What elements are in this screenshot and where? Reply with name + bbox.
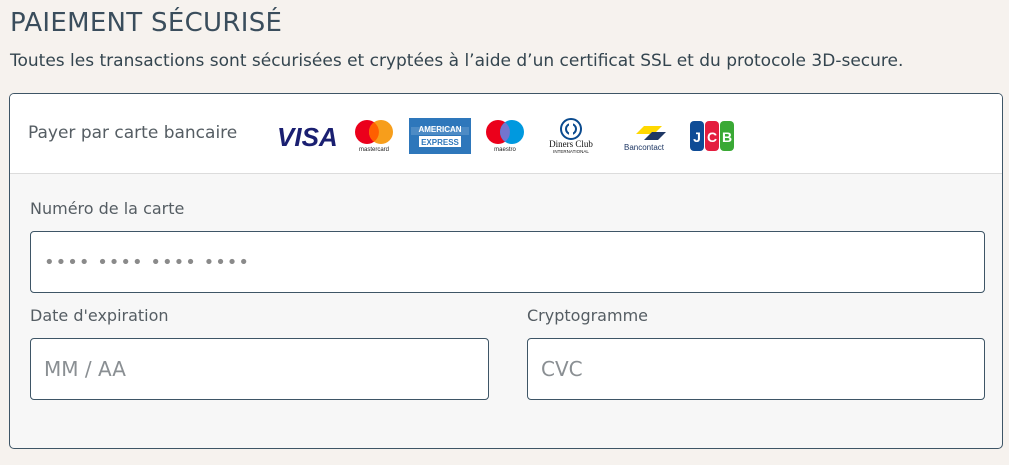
svg-text:VISA: VISA	[277, 124, 338, 150]
mastercard-logo-icon: mastercard	[355, 120, 393, 153]
svg-text:maestro: maestro	[494, 147, 516, 153]
jcb-logo-icon: J C B	[690, 121, 734, 151]
svg-text:J: J	[693, 129, 701, 145]
cvc-input[interactable]: CVC	[527, 338, 985, 400]
expiry-date-label: Date d'expiration	[30, 306, 169, 325]
card-number-input[interactable]: •••• •••• •••• ••••	[30, 231, 985, 293]
visa-logo-icon: VISA	[277, 124, 338, 150]
diners-club-logo-icon: Diners Club INTERNATIONAL	[549, 118, 593, 154]
payment-method-label: Payer par carte bancaire	[28, 123, 238, 143]
page-title: PAIEMENT SÉCURISÉ	[10, 8, 283, 38]
maestro-logo-icon: maestro	[486, 120, 524, 153]
card-number-label: Numéro de la carte	[30, 199, 185, 218]
payment-method-header[interactable]: Payer par carte bancaire VISA mastercard…	[10, 94, 1002, 174]
svg-text:Diners Club: Diners Club	[549, 139, 593, 149]
svg-text:AMERICAN: AMERICAN	[418, 125, 461, 134]
svg-text:B: B	[722, 129, 732, 145]
svg-text:Bancontact: Bancontact	[624, 143, 665, 152]
bancontact-logo-icon: Bancontact	[622, 126, 666, 152]
cvc-label: Cryptogramme	[527, 306, 648, 325]
svg-text:INTERNATIONAL: INTERNATIONAL	[553, 149, 589, 154]
svg-text:mastercard: mastercard	[359, 147, 389, 153]
card-payment-panel: Payer par carte bancaire VISA mastercard…	[9, 93, 1003, 449]
svg-text:C: C	[707, 129, 717, 145]
svg-text:EXPRESS: EXPRESS	[421, 138, 459, 147]
security-notice: Toutes les transactions sont sécurisées …	[10, 51, 904, 71]
expiry-date-input[interactable]: MM / AA	[30, 338, 489, 400]
american-express-logo-icon: AMERICAN EXPRESS	[409, 118, 471, 154]
